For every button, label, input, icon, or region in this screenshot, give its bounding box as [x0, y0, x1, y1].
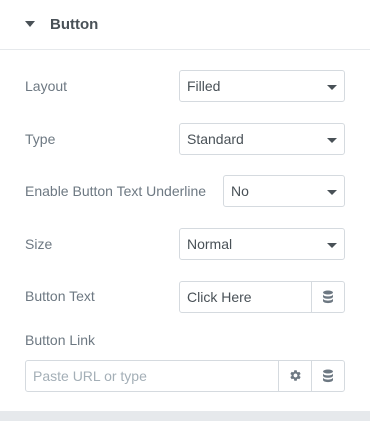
size-label: Size	[25, 236, 53, 252]
section-header-button[interactable]: Button	[0, 0, 370, 50]
layout-label: Layout	[25, 78, 68, 94]
size-select[interactable]: Normal	[179, 228, 345, 260]
chevron-down-icon	[327, 243, 337, 248]
database-icon	[323, 369, 333, 383]
chevron-down-icon	[327, 190, 337, 195]
button-settings-panel: Button Layout Filled Type Standard Enabl…	[0, 0, 370, 421]
underline-label: Enable Button Text Underline	[25, 183, 207, 199]
button-text-input[interactable]	[180, 282, 311, 312]
button-link-input[interactable]	[26, 361, 278, 391]
chevron-down-icon	[327, 85, 337, 90]
type-select[interactable]: Standard	[179, 123, 345, 155]
button-link-field-group	[25, 360, 345, 392]
gear-icon	[290, 370, 301, 381]
database-icon	[323, 290, 333, 304]
type-select-value: Standard	[187, 131, 244, 147]
layout-select[interactable]: Filled	[179, 70, 345, 102]
panel-footer-divider	[0, 411, 370, 421]
underline-select[interactable]: No	[223, 175, 345, 207]
dynamic-tags-button[interactable]	[311, 282, 344, 312]
button-text-field-group	[179, 281, 345, 313]
underline-select-value: No	[231, 183, 249, 199]
layout-select-value: Filled	[187, 78, 221, 94]
type-label: Type	[25, 131, 56, 147]
caret-down-icon	[25, 21, 35, 27]
size-select-value: Normal	[187, 236, 233, 252]
section-title: Button	[50, 16, 99, 33]
dynamic-tags-button[interactable]	[311, 361, 344, 391]
link-options-button[interactable]	[278, 361, 311, 391]
chevron-down-icon	[327, 138, 337, 143]
button-link-label: Button Link	[25, 332, 96, 348]
button-text-label: Button Text	[25, 288, 95, 304]
